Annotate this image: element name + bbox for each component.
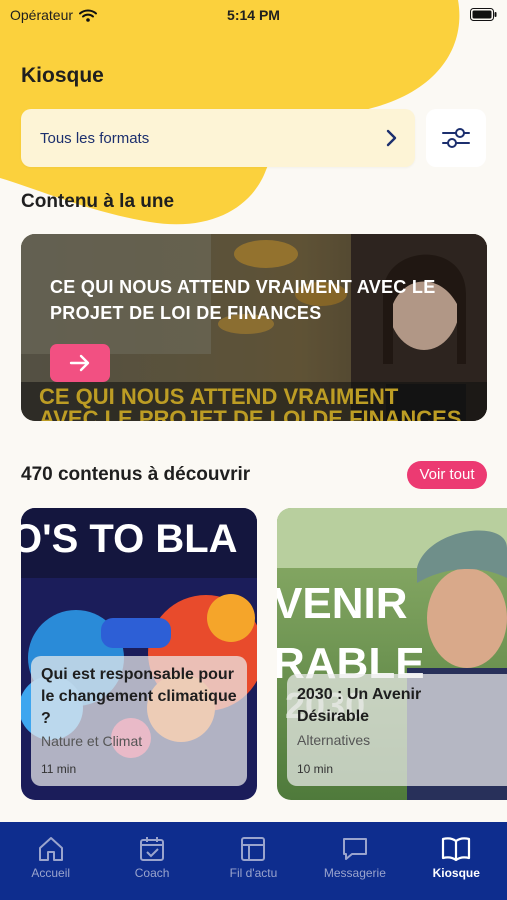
card-duration: 10 min: [297, 762, 334, 776]
format-select[interactable]: Tous les formats: [21, 109, 415, 167]
card-category: Alternatives: [297, 732, 371, 748]
tab-messagerie[interactable]: Messagerie: [304, 822, 405, 900]
filter-button[interactable]: [426, 109, 486, 167]
discover-section-title: 470 contenus à découvrir: [21, 464, 251, 485]
featured-title: CE QUI NOUS ATTEND VRAIMENT AVEC LE PROJ…: [50, 277, 436, 323]
tab-kiosque[interactable]: Kiosque: [406, 822, 507, 900]
card-title: Qui est responsable pour le changement c…: [41, 666, 237, 727]
tab-label: Coach: [134, 866, 170, 880]
content-card[interactable]: VENIR RABLE 2030 2030 : Un Avenir Désira…: [277, 508, 507, 800]
calendar-check-icon: [139, 834, 165, 862]
page-title: Kiosque: [21, 64, 104, 87]
tab-label: Fil d'actu: [229, 866, 278, 880]
tab-accueil[interactable]: Accueil: [0, 822, 101, 900]
card-info: 2030 : Un Avenir Désirable Alternatives …: [287, 674, 507, 786]
featured-thumbnail: CE QUI NOUS ATTEND VRAIMENT AVEC LE PROJ…: [21, 234, 487, 421]
tab-fil-actu[interactable]: Fil d'actu: [203, 822, 304, 900]
card-info: Qui est responsable pour le changement c…: [31, 656, 247, 786]
card-thumb-text: VENIR: [277, 579, 407, 628]
see-all-button[interactable]: Voir tout: [407, 461, 487, 489]
featured-open-button[interactable]: [50, 344, 110, 382]
tab-coach[interactable]: Coach: [101, 822, 202, 900]
tab-label: Messagerie: [323, 866, 386, 880]
chevron-right-icon: [385, 129, 397, 147]
status-time: 5:14 PM: [227, 7, 280, 23]
home-icon: [37, 834, 65, 862]
arrow-right-icon: [69, 354, 90, 372]
featured-section-title: Contenu à la une: [21, 191, 175, 212]
featured-card[interactable]: CE QUI NOUS ATTEND VRAIMENT AVEC LE PROJ…: [21, 234, 487, 421]
status-bar: Opérateur 5:14 PM: [0, 0, 507, 30]
chat-icon: [342, 834, 368, 862]
content-card[interactable]: O'S TO BLA Qui est responsable pour le c…: [21, 508, 257, 800]
sliders-icon: [442, 128, 470, 148]
card-title: 2030 : Un Avenir Désirable: [297, 686, 422, 725]
book-icon: [441, 834, 471, 862]
feed-icon: [240, 834, 266, 862]
format-select-label: Tous les formats: [40, 129, 150, 147]
tab-bar: Accueil Coach Fil d'actu Messagerie Kios…: [0, 822, 507, 900]
battery-icon: [470, 8, 497, 21]
tab-label: Kiosque: [432, 866, 480, 880]
tab-label: Accueil: [31, 866, 71, 880]
card-thumb-text: O'S TO BLA: [21, 517, 238, 561]
card-category: Nature et Climat: [41, 733, 143, 749]
card-duration: 11 min: [41, 762, 77, 776]
